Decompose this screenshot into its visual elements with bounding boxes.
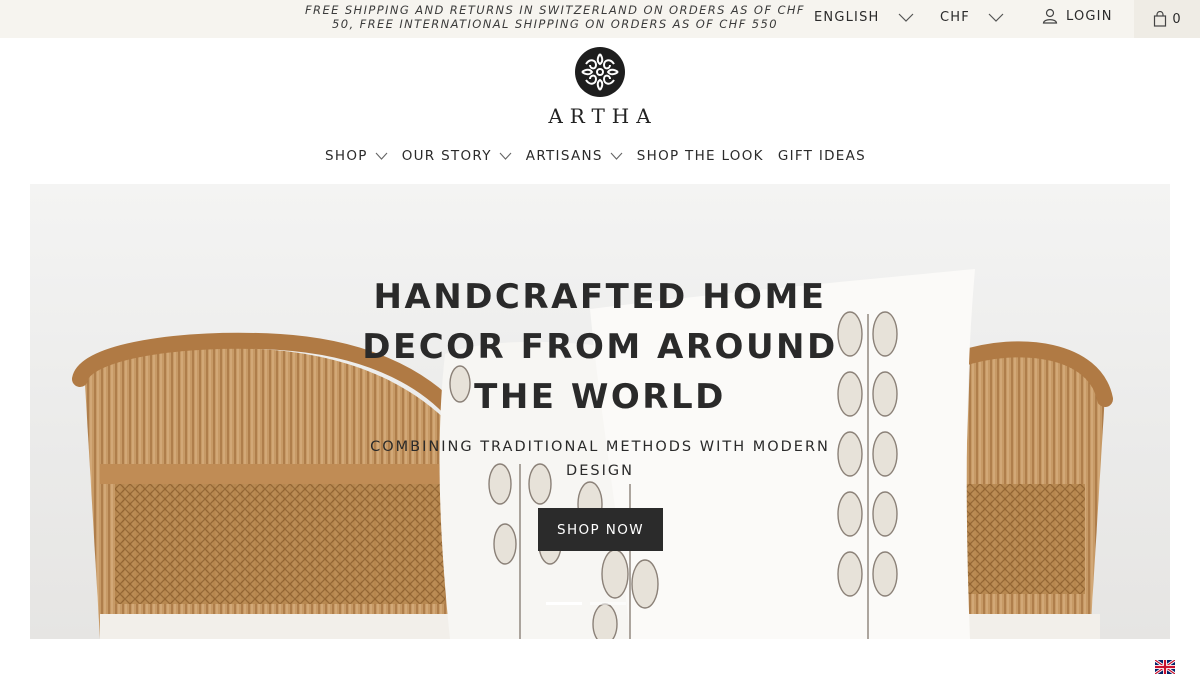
user-icon <box>1042 8 1058 24</box>
currency-value: CHF <box>940 10 970 25</box>
shop-now-button[interactable]: SHOP NOW <box>538 508 663 551</box>
nav-item-label: SHOP <box>325 148 368 164</box>
language-selector[interactable]: ENGLISH <box>814 10 914 25</box>
chevron-down-icon <box>375 152 388 160</box>
chevron-down-icon <box>988 13 1004 22</box>
cart-button[interactable]: 0 <box>1134 0 1200 38</box>
shipping-promo-text: FREE SHIPPING AND RETURNS IN SWITZERLAND… <box>305 3 805 31</box>
main-nav: SHOP OUR STORY ARTISANS SHOP THE LOOK GI… <box>325 148 880 164</box>
chevron-down-icon <box>499 152 512 160</box>
currency-selector[interactable]: CHF <box>940 10 1004 25</box>
nav-item-label: OUR STORY <box>401 148 492 164</box>
brand-wordmark: ARTHA <box>548 104 658 128</box>
language-value: ENGLISH <box>814 10 880 25</box>
slide-dot-1[interactable] <box>546 602 582 605</box>
nav-item-our-story[interactable]: OUR STORY <box>402 148 512 164</box>
nav-item-shop-the-look[interactable]: SHOP THE LOOK <box>637 148 764 164</box>
slideshow-indicators <box>546 602 626 605</box>
login-link[interactable]: LOGIN <box>1042 8 1113 24</box>
chevron-down-icon <box>898 13 913 22</box>
brand-logo[interactable]: ARTHA <box>540 44 660 132</box>
uk-flag-icon[interactable] <box>1155 660 1175 674</box>
hero-subtitle: COMBINING TRADITIONAL METHODS WITH MODER… <box>370 439 830 479</box>
chevron-down-icon <box>610 152 623 160</box>
hero-banner: HANDCRAFTED HOME DECOR FROM AROUND THE W… <box>30 184 1170 639</box>
login-label: LOGIN <box>1066 8 1113 24</box>
nav-item-artisans[interactable]: ARTISANS <box>526 148 623 164</box>
slide-dot-2[interactable] <box>590 602 626 605</box>
hero-title: HANDCRAFTED HOME DECOR FROM AROUND THE W… <box>362 277 838 417</box>
ornamental-circle-logo-icon <box>575 47 625 97</box>
nav-item-label: SHOP THE LOOK <box>636 148 764 164</box>
top-bar: FREE SHIPPING AND RETURNS IN SWITZERLAND… <box>0 0 1200 38</box>
nav-item-shop[interactable]: SHOP <box>325 148 388 164</box>
nav-item-label: ARTISANS <box>525 148 603 164</box>
cart-count: 0 <box>1172 11 1181 27</box>
nav-item-gift-ideas[interactable]: GIFT IDEAS <box>778 148 866 164</box>
shopping-bag-icon <box>1154 11 1167 27</box>
nav-item-label: GIFT IDEAS <box>777 148 867 164</box>
